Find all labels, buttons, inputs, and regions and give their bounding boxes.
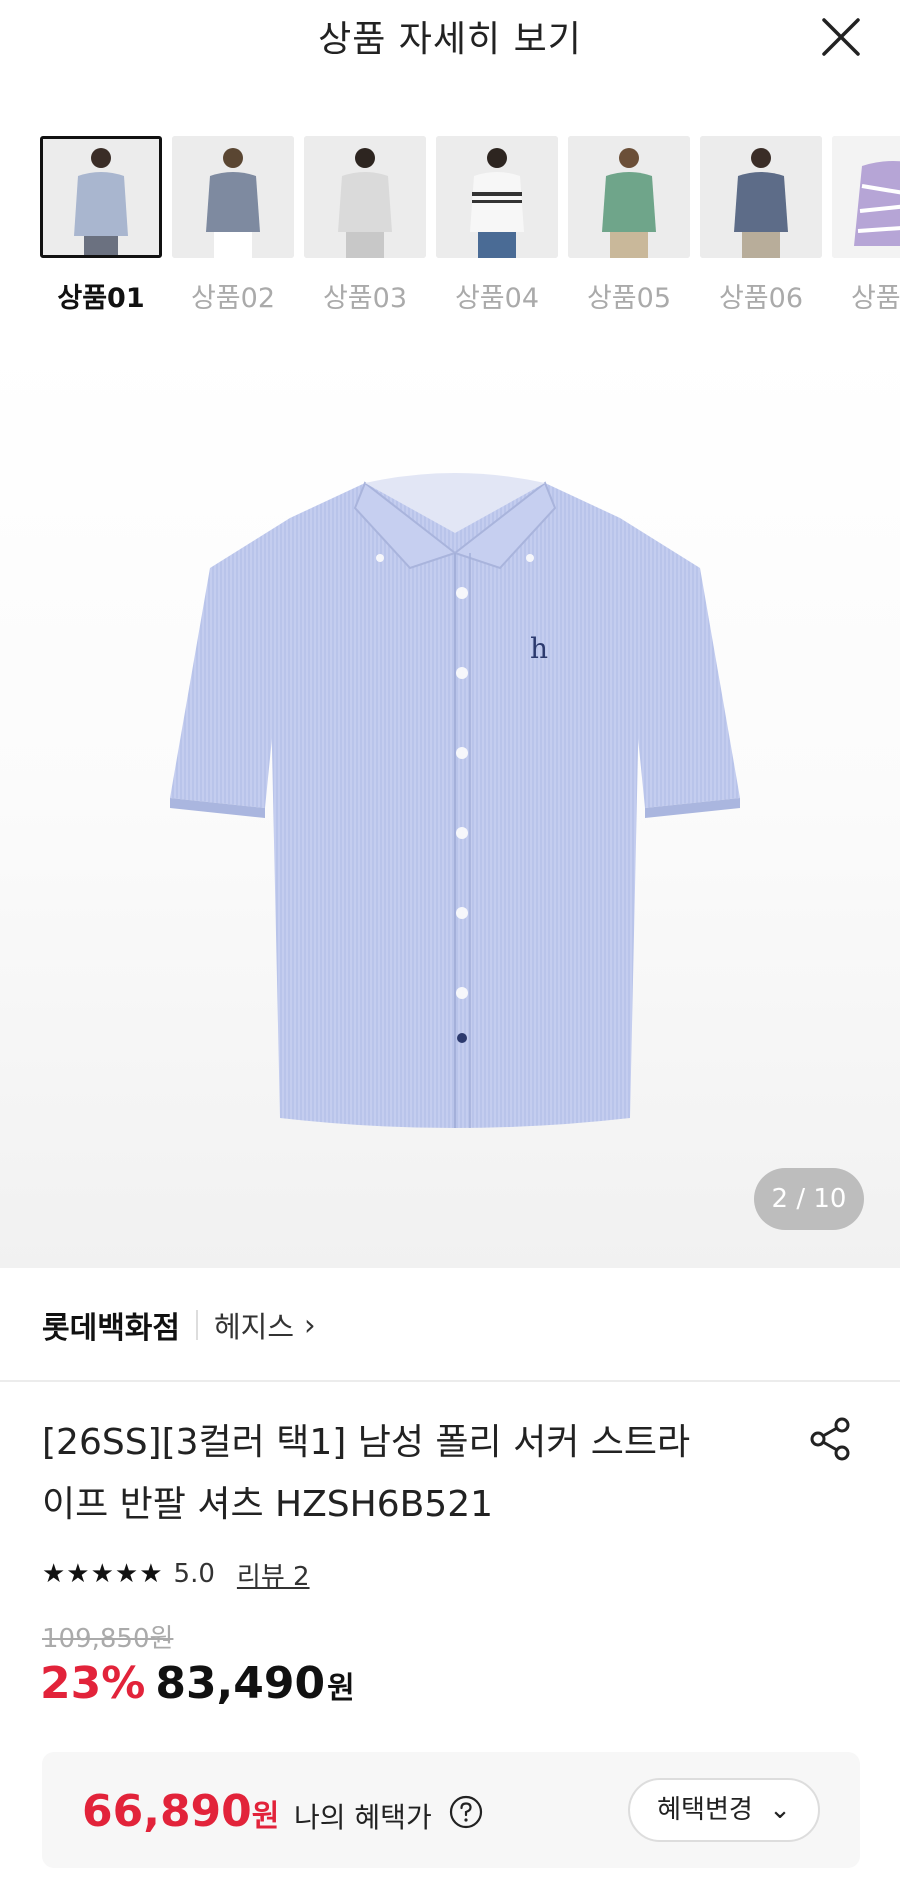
thumbnail-label: 상품01 xyxy=(57,283,145,314)
product-title-line: [26SS][3컬러 택1] 남성 폴리 서커 스트라 xyxy=(42,1422,691,1463)
thumbnail-label: 상품03 xyxy=(322,283,408,314)
seller-row: 롯데백화점 헤지스 › xyxy=(42,1300,316,1350)
rating-row: ★★★★★ 5.0 리뷰 2 xyxy=(42,1556,310,1592)
currency-unit: 원 xyxy=(327,1671,355,1706)
header: 상품 자세히 보기 xyxy=(0,0,900,70)
seller-name: 롯데백화점 xyxy=(42,1311,180,1346)
thumbnail-image xyxy=(700,136,822,258)
original-price: 109,850원 xyxy=(42,1624,174,1654)
sale-price-row: 23% 83,490 원 xyxy=(40,1658,355,1709)
thumbnail-item-05[interactable]: 상품05 xyxy=(568,136,690,315)
currency-unit: 원 xyxy=(251,1799,280,1834)
review-link[interactable]: 리뷰 2 xyxy=(237,1556,310,1593)
sale-price: 83,490 xyxy=(155,1658,326,1709)
thumbnail-label: 상품06 xyxy=(718,283,804,314)
image-counter: 2 / 10 xyxy=(754,1168,864,1230)
product-title-line: 이프 반팔 셔츠 HZSH6B521 xyxy=(42,1484,494,1525)
help-button[interactable] xyxy=(448,1794,484,1830)
thumbnail-image xyxy=(172,136,294,258)
question-circle-icon xyxy=(449,1795,483,1829)
rating-score: 5.0 xyxy=(173,1559,215,1589)
shirt-illustration: h xyxy=(170,473,740,1128)
close-icon xyxy=(822,18,860,56)
section-divider xyxy=(0,1380,900,1382)
star-rating: ★★★★★ xyxy=(42,1559,164,1589)
thumbnail-item-03[interactable]: 상품03 xyxy=(304,136,426,315)
discount-rate: 23% xyxy=(40,1658,146,1709)
product-title: [26SS][3컬러 택1] 남성 폴리 서커 스트라 이프 반팔 셔츠 HZS… xyxy=(42,1412,762,1536)
thumbnail-image xyxy=(568,136,690,258)
product-thumbnail-strip: 상품01 상품02 상품03 상품04 상품05 상품06 상품07 xyxy=(40,136,900,316)
benefit-price: 66,890원 xyxy=(82,1786,279,1837)
benefit-change-button[interactable]: 혜택변경 ⌄ xyxy=(628,1778,820,1842)
thumbnail-image xyxy=(40,136,162,258)
thumbnail-item-06[interactable]: 상품06 xyxy=(700,136,822,315)
thumbnail-item-02[interactable]: 상품02 xyxy=(172,136,294,315)
close-button[interactable] xyxy=(818,14,864,60)
chevron-down-icon: ⌄ xyxy=(769,1795,791,1825)
chevron-right-icon[interactable]: › xyxy=(304,1308,316,1342)
thumbnail-label: 상품02 xyxy=(190,283,276,314)
thumbnail-label: 상품05 xyxy=(586,283,672,314)
thumbnail-label: 상품04 xyxy=(454,283,540,314)
thumbnail-label: 상품07 xyxy=(850,283,900,314)
benefit-price-box: 66,890원 나의 혜택가 혜택변경 ⌄ xyxy=(42,1752,860,1868)
svg-text:h: h xyxy=(530,632,548,665)
thumbnail-item-07[interactable]: 상품07 xyxy=(832,136,900,315)
benefit-price-value: 66,890 xyxy=(82,1786,252,1837)
benefit-change-label: 혜택변경 xyxy=(657,1795,753,1825)
thumbnail-image xyxy=(436,136,558,258)
thumbnail-image xyxy=(832,136,900,258)
page-title: 상품 자세히 보기 xyxy=(318,19,582,60)
product-main-image[interactable]: h 2 / 10 xyxy=(0,338,900,1268)
brand-link[interactable]: 헤지스 xyxy=(214,1304,294,1346)
benefit-label: 나의 혜택가 xyxy=(294,1801,432,1834)
thumbnail-item-04[interactable]: 상품04 xyxy=(436,136,558,315)
divider xyxy=(196,1310,198,1340)
thumbnail-image xyxy=(304,136,426,258)
share-icon xyxy=(810,1417,850,1461)
share-button[interactable] xyxy=(806,1414,856,1464)
thumbnail-item-01[interactable]: 상품01 xyxy=(40,136,162,315)
